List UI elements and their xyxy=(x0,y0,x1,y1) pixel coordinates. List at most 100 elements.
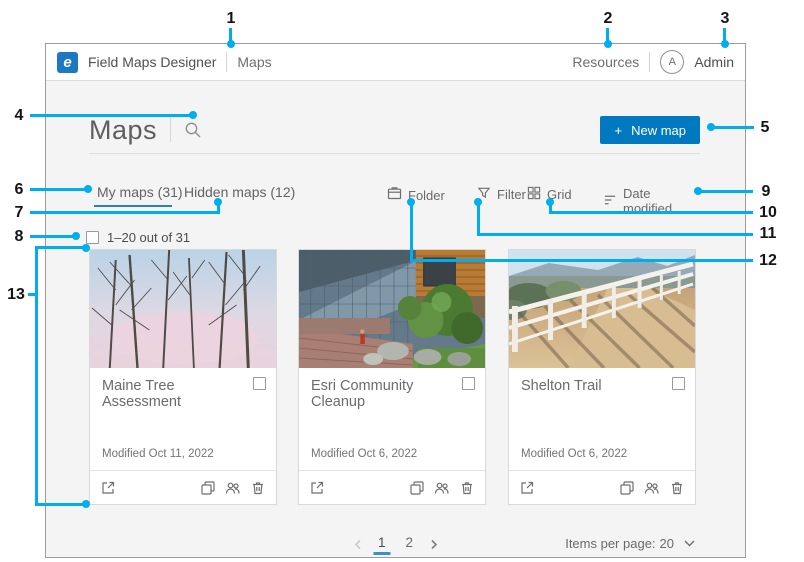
callout-dot xyxy=(214,198,222,206)
open-map-icon[interactable] xyxy=(519,480,535,496)
filter-button[interactable]: Filter xyxy=(477,186,526,203)
items-per-page-value: 20 xyxy=(660,536,674,551)
breadcrumb-maps[interactable]: Maps xyxy=(237,54,271,70)
plus-icon: + xyxy=(614,123,622,138)
new-map-button[interactable]: + New map xyxy=(600,116,700,144)
callout-dot xyxy=(474,198,482,206)
tab-hidden-maps[interactable]: Hidden maps (12) xyxy=(184,184,295,200)
app-window: e Field Maps Designer Maps Resources A A… xyxy=(45,43,746,558)
callout-dot xyxy=(82,500,90,508)
delete-icon[interactable] xyxy=(669,480,685,496)
folder-button[interactable]: Folder xyxy=(387,186,445,204)
filter-label: Filter xyxy=(497,187,526,202)
callout-dot xyxy=(604,40,612,48)
callout-dot xyxy=(189,111,197,119)
callout-dot xyxy=(407,198,415,206)
map-card[interactable]: Maine Tree Assessment Modified Oct 11, 2… xyxy=(89,249,277,505)
select-all-checkbox[interactable] xyxy=(86,231,99,244)
callout-line xyxy=(479,233,753,236)
callout-number-13: 13 xyxy=(7,286,25,304)
sort-icon xyxy=(603,193,617,210)
card-footer xyxy=(299,470,485,504)
screenshot-canvas: e Field Maps Designer Maps Resources A A… xyxy=(0,0,804,562)
open-map-icon[interactable] xyxy=(100,480,116,496)
callout-number-1: 1 xyxy=(227,10,236,28)
callout-number-10: 10 xyxy=(759,204,777,222)
callout-dot xyxy=(82,244,90,252)
resources-link[interactable]: Resources xyxy=(572,54,639,70)
callout-line xyxy=(30,235,75,238)
tab-my-maps[interactable]: My maps (31) xyxy=(97,184,183,200)
duplicate-icon[interactable] xyxy=(619,480,635,496)
delete-icon[interactable] xyxy=(250,480,266,496)
callout-line xyxy=(35,246,85,249)
card-checkbox[interactable] xyxy=(253,377,266,390)
active-tab-underline xyxy=(94,205,172,207)
card-thumbnail-building[interactable] xyxy=(299,250,485,368)
delete-icon[interactable] xyxy=(459,480,475,496)
callout-line xyxy=(412,259,753,262)
page-button-2[interactable]: 2 xyxy=(402,533,418,555)
search-icon[interactable] xyxy=(184,121,202,139)
title-divider xyxy=(170,118,171,142)
share-group-icon[interactable] xyxy=(434,480,450,496)
next-page-icon[interactable] xyxy=(429,539,438,550)
callout-line xyxy=(711,126,754,129)
card-title: Shelton Trail xyxy=(521,378,663,394)
card-title: Maine Tree Assessment xyxy=(102,378,244,410)
grid-icon xyxy=(527,186,541,203)
duplicate-icon[interactable] xyxy=(200,480,216,496)
card-thumbnail-trees[interactable] xyxy=(90,250,276,368)
card-footer xyxy=(509,470,695,504)
card-modified-date: Modified Oct 11, 2022 xyxy=(102,448,214,460)
callout-number-5: 5 xyxy=(761,119,770,137)
prev-page-icon[interactable] xyxy=(353,539,362,550)
callout-line xyxy=(477,202,480,236)
open-map-icon[interactable] xyxy=(309,480,325,496)
pagination-row: 1 2 Items per page: 20 xyxy=(46,533,745,559)
callout-number-8: 8 xyxy=(15,228,24,246)
header-divider xyxy=(226,52,227,72)
duplicate-icon[interactable] xyxy=(409,480,425,496)
callout-line xyxy=(410,202,413,262)
header-divider xyxy=(649,52,650,72)
card-title: Esri Community Cleanup xyxy=(311,378,453,410)
callout-line xyxy=(30,211,220,214)
card-checkbox[interactable] xyxy=(462,377,475,390)
callout-line xyxy=(550,211,753,214)
app-header: e Field Maps Designer Maps Resources A A… xyxy=(46,44,745,81)
user-menu[interactable]: Admin xyxy=(694,54,734,70)
card-actions xyxy=(409,480,475,496)
callout-line xyxy=(35,246,38,506)
callout-number-9: 9 xyxy=(762,183,771,201)
card-footer xyxy=(90,470,276,504)
callout-number-6: 6 xyxy=(15,181,24,199)
card-actions xyxy=(619,480,685,496)
callout-number-4: 4 xyxy=(15,107,24,125)
callout-dot xyxy=(84,185,92,193)
page-button-1[interactable]: 1 xyxy=(374,533,390,555)
callout-number-2: 2 xyxy=(604,10,613,28)
callout-line xyxy=(35,503,85,506)
map-card[interactable]: Esri Community Cleanup Modified Oct 6, 2… xyxy=(298,249,486,505)
items-per-page-dropdown[interactable]: Items per page: 20 xyxy=(565,536,695,551)
callout-line xyxy=(30,114,192,117)
chevron-down-icon xyxy=(684,540,695,547)
app-title: Field Maps Designer xyxy=(88,54,216,70)
share-group-icon[interactable] xyxy=(225,480,241,496)
items-per-page-label: Items per page: xyxy=(565,536,655,551)
callout-dot xyxy=(546,198,554,206)
share-group-icon[interactable] xyxy=(644,480,660,496)
callout-number-7: 7 xyxy=(15,204,24,222)
card-modified-date: Modified Oct 6, 2022 xyxy=(311,448,417,460)
card-thumbnail-trail[interactable] xyxy=(509,250,695,368)
map-card[interactable]: Shelton Trail Modified Oct 6, 2022 xyxy=(508,249,696,505)
avatar[interactable]: A xyxy=(660,50,684,74)
callout-number-12: 12 xyxy=(759,252,777,270)
selection-count-label: 1–20 out of 31 xyxy=(107,230,190,245)
callout-number-11: 11 xyxy=(760,225,777,243)
callout-line xyxy=(30,188,87,191)
card-actions xyxy=(200,480,266,496)
pagination: 1 2 xyxy=(353,533,438,555)
card-checkbox[interactable] xyxy=(672,377,685,390)
